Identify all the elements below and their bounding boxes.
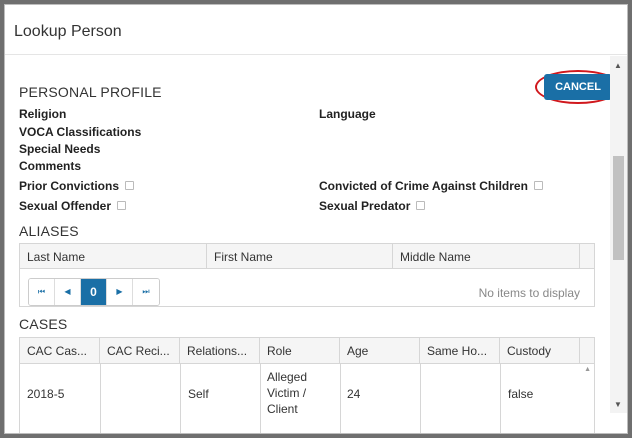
case-number-cell: 2018-5 xyxy=(27,387,65,401)
aliases-empty-text: No items to display xyxy=(478,286,580,300)
convicted-crime-field: Convicted of Crime Against Children xyxy=(319,179,543,193)
aliases-grid-header: Last Name First Name Middle Name xyxy=(20,244,594,269)
prior-convictions-field: Prior Convictions xyxy=(19,179,135,193)
convicted-crime-label: Convicted of Crime Against Children xyxy=(319,179,528,193)
role-line: Client xyxy=(267,402,298,416)
language-label: Language xyxy=(319,107,376,121)
column-divider xyxy=(260,364,261,433)
age-cell: 24 xyxy=(347,387,361,401)
first-page-icon[interactable]: ⏮ xyxy=(29,279,55,305)
sexual-predator-label: Sexual Predator xyxy=(319,199,411,213)
table-row[interactable]: 2018-5 Self Alleged Victim / Client 24 f… xyxy=(20,364,580,433)
prev-page-icon[interactable]: ◀ xyxy=(55,279,81,305)
cancel-button[interactable]: CANCEL xyxy=(544,74,612,100)
prior-convictions-checkbox[interactable] xyxy=(125,181,135,190)
dialog-header: Lookup Person xyxy=(5,5,627,55)
column-divider xyxy=(180,364,181,433)
column-divider xyxy=(100,364,101,433)
special-needs-label: Special Needs xyxy=(19,142,101,156)
aliases-heading: ALIASES xyxy=(19,223,79,239)
personal-profile-heading: PERSONAL PROFILE xyxy=(19,84,162,100)
column-custody[interactable]: Custody xyxy=(500,338,580,363)
sexual-offender-checkbox[interactable] xyxy=(117,201,127,210)
sexual-predator-checkbox[interactable] xyxy=(416,201,426,210)
role-line: Alleged xyxy=(267,370,308,384)
sexual-offender-label: Sexual Offender xyxy=(19,199,112,213)
lookup-person-dialog: Lookup Person PERSONAL PROFILE CANCEL Re… xyxy=(4,4,628,434)
column-divider xyxy=(420,364,421,433)
comments-label: Comments xyxy=(19,159,82,173)
relationship-cell: Self xyxy=(188,387,209,401)
column-relationship[interactable]: Relations... xyxy=(180,338,260,363)
scrollbar-thumb[interactable] xyxy=(613,156,624,260)
last-page-icon[interactable]: ⏭ xyxy=(133,279,159,305)
next-page-icon[interactable]: ▶ xyxy=(107,279,133,305)
column-last-name[interactable]: Last Name xyxy=(20,244,207,268)
column-first-name[interactable]: First Name xyxy=(207,244,393,268)
dialog-scrollbar[interactable]: ▲ ▼ xyxy=(610,56,627,413)
role-cell: Alleged Victim / Client xyxy=(267,369,307,417)
dialog-body[interactable]: PERSONAL PROFILE CANCEL Religion Languag… xyxy=(5,56,627,433)
religion-label: Religion xyxy=(19,107,67,121)
column-divider xyxy=(340,364,341,433)
convicted-crime-checkbox[interactable] xyxy=(533,181,543,190)
cases-grid: CAC Cas... CAC Reci... Relations... Role… xyxy=(19,337,595,433)
column-cac-recipient[interactable]: CAC Reci... xyxy=(100,338,180,363)
sexual-predator-field: Sexual Predator xyxy=(319,199,426,213)
header-scroll-gutter xyxy=(580,338,594,363)
scroll-up-icon[interactable]: ▲ xyxy=(614,61,622,70)
grid-scroll-up-icon[interactable]: ▲ xyxy=(584,366,591,373)
column-age[interactable]: Age xyxy=(340,338,420,363)
voca-classifications-label: VOCA Classifications xyxy=(19,125,142,139)
dialog-title: Lookup Person xyxy=(14,23,122,40)
column-middle-name[interactable]: Middle Name xyxy=(393,244,580,268)
custody-cell: false xyxy=(508,387,534,401)
aliases-pager: ⏮ ◀ 0 ▶ ⏭ xyxy=(28,278,160,306)
header-scroll-gutter xyxy=(580,244,594,268)
prior-convictions-label: Prior Convictions xyxy=(19,179,120,193)
scroll-down-icon[interactable]: ▼ xyxy=(614,400,622,409)
cases-heading: CASES xyxy=(19,316,68,332)
cases-grid-header: CAC Cas... CAC Reci... Relations... Role… xyxy=(20,338,594,364)
column-same-household[interactable]: Same Ho... xyxy=(420,338,500,363)
aliases-grid: Last Name First Name Middle Name ⏮ ◀ 0 ▶… xyxy=(19,243,595,307)
column-divider xyxy=(500,364,501,433)
column-role[interactable]: Role xyxy=(260,338,340,363)
sexual-offender-field: Sexual Offender xyxy=(19,199,127,213)
current-page[interactable]: 0 xyxy=(81,279,107,305)
role-line: Victim / xyxy=(267,386,307,400)
column-cac-case[interactable]: CAC Cas... xyxy=(20,338,100,363)
